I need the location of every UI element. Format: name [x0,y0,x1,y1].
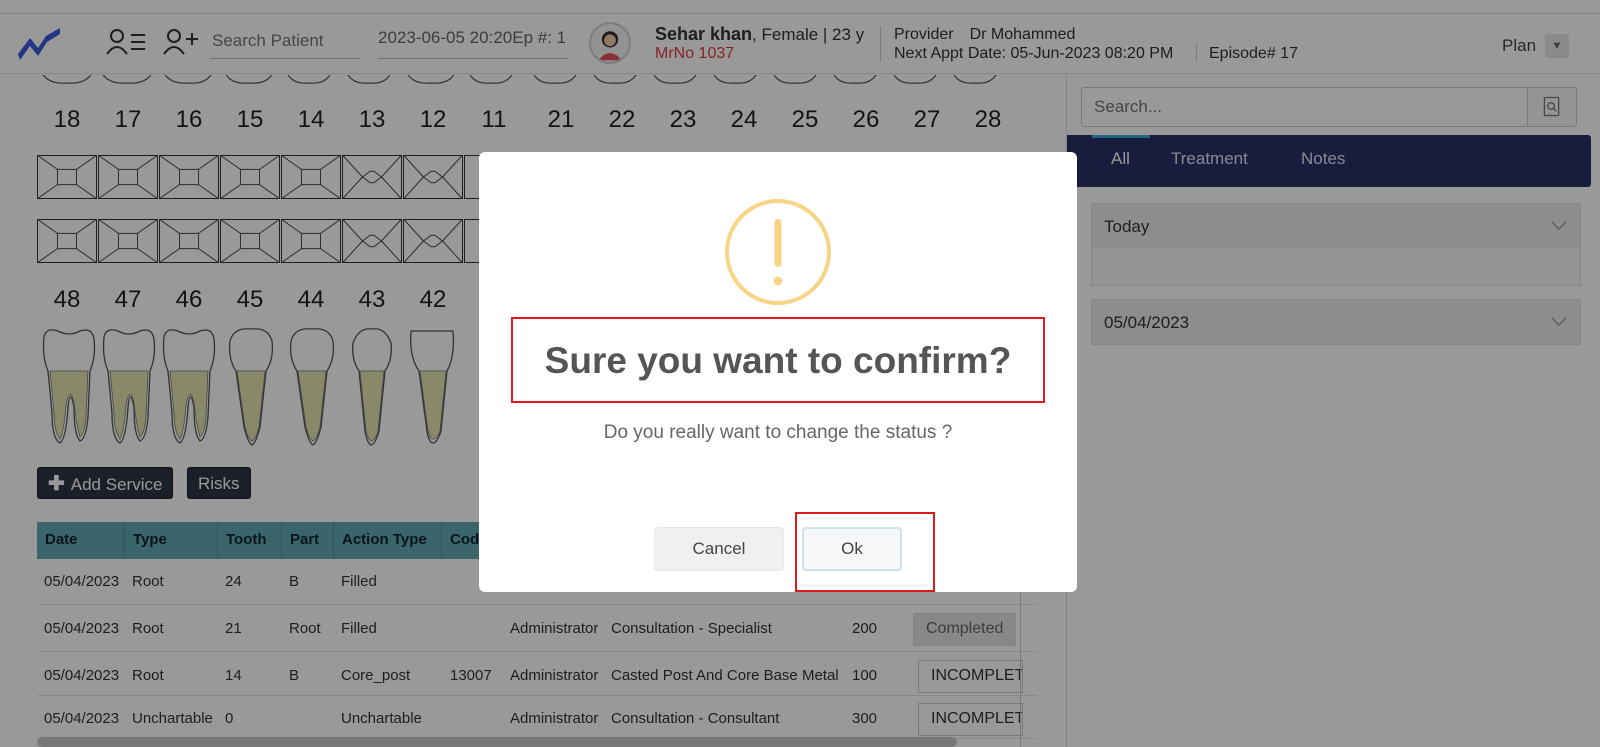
cancel-button[interactable]: Cancel [654,527,784,571]
app-page: 2023-06-05 20:20Ep #: 1 Sehar khan, Fema… [0,0,1600,747]
dialog-title: Sure you want to confirm? [544,340,1012,381]
dialog-message: Do you really want to change the status … [603,422,953,443]
confirm-dialog: Sure you want to confirm? Do you really … [479,152,1077,592]
warning-icon [725,199,831,305]
ok-highlight-box [795,512,935,592]
